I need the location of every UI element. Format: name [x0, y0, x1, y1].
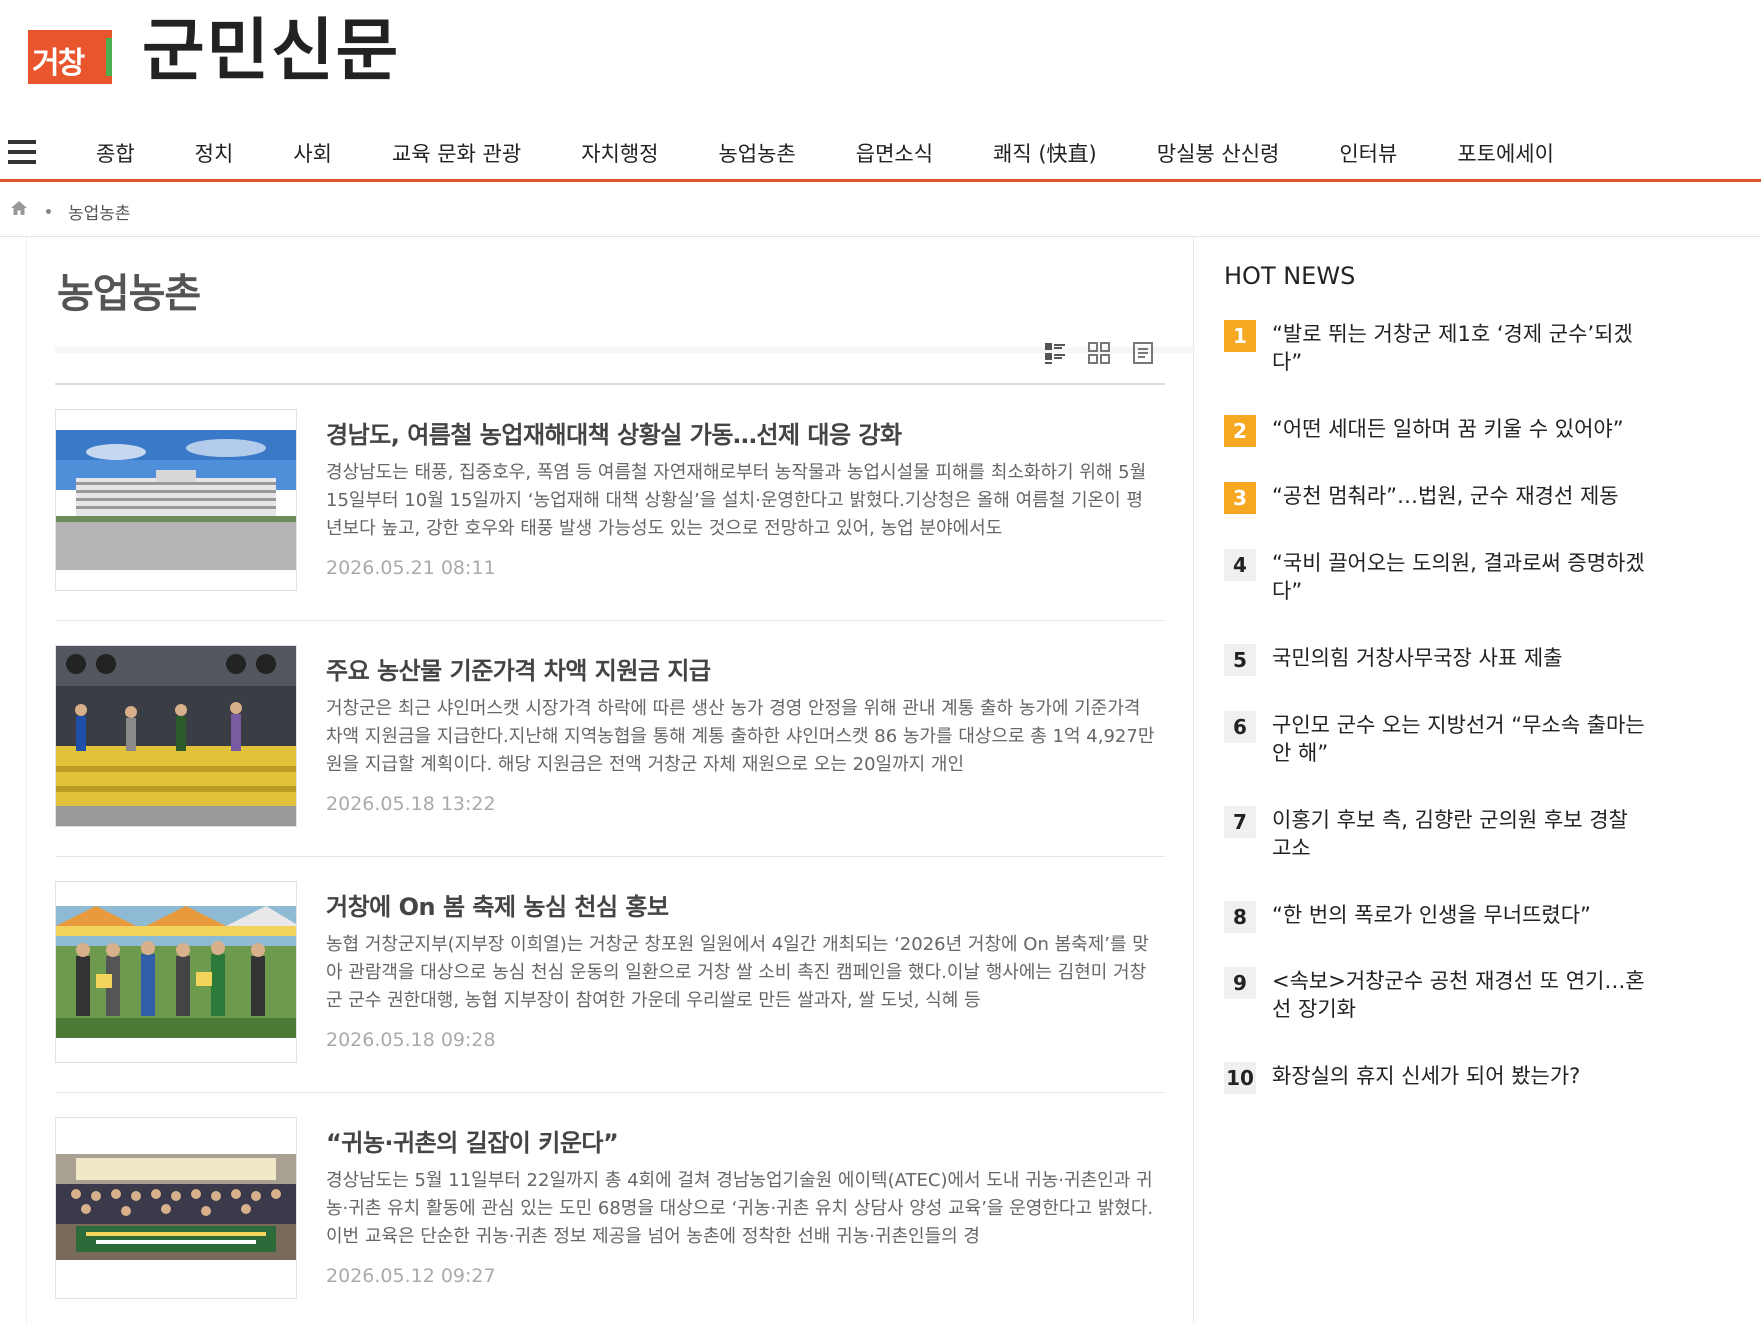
nav-item-interview[interactable]: 인터뷰 [1339, 138, 1397, 168]
main-navigation: 종합 정치 사회 교육 문화 관광 자치행정 농업농촌 읍면소식 쾌직 (快直)… [0, 124, 1761, 182]
article-thumbnail[interactable] [55, 645, 297, 827]
article-item: 주요 농산물 기준가격 차액 지원금 지급 거창군은 최근 샤인머스캣 시장가격… [55, 621, 1165, 857]
nav-item-mangsilbong[interactable]: 망실봉 산신령 [1157, 138, 1280, 168]
menu-icon[interactable] [8, 138, 36, 166]
breadcrumb: 농업농촌 [0, 185, 1761, 237]
article-thumbnail[interactable] [55, 881, 297, 1063]
nav-item-agriculture[interactable]: 농업농촌 [718, 138, 795, 168]
hot-news-headline[interactable]: “발로 뛰는 거창군 제1호 ‘경제 군수’되겠다” [1272, 320, 1652, 376]
nav-item-general[interactable]: 종합 [96, 138, 135, 168]
site-logo-name[interactable]: 군민신문 [142, 18, 400, 86]
home-icon[interactable] [10, 199, 28, 217]
nav-item-photo-essay[interactable]: 포토에세이 [1457, 138, 1554, 168]
hot-news-headline[interactable]: 구인모 군수 오는 지방선거 “무소속 출마는 안 해” [1272, 711, 1652, 767]
nav-item-town-news[interactable]: 읍면소식 [856, 138, 933, 168]
hot-news-headline[interactable]: “어떤 세대든 일하며 꿈 키울 수 있어야” [1272, 415, 1652, 443]
grid-view-icon[interactable] [1087, 341, 1111, 365]
hot-news-headline[interactable]: 이홍기 후보 측, 김향란 군의원 후보 경찰 고소 [1272, 806, 1652, 862]
hot-news-rank: 5 [1224, 644, 1256, 676]
article-summary[interactable]: 농협 거창군지부(지부장 이희열)는 거창군 창포원 일원에서 4일간 개최되는… [326, 931, 1156, 1015]
thumbnail-provincial-building-image [56, 430, 296, 570]
breadcrumb-current[interactable]: 농업농촌 [68, 199, 131, 224]
hot-news-rank: 7 [1224, 806, 1256, 838]
logo-badge-text: 거창 [32, 46, 85, 81]
hot-news-rank: 10 [1224, 1062, 1256, 1094]
article-date: 2026.05.18 13:22 [326, 793, 496, 815]
breadcrumb-separator [46, 209, 51, 214]
nav-item-administration[interactable]: 자치행정 [581, 138, 658, 168]
article-item: “귀농·귀촌의 길잡이 키운다” 경상남도는 5월 11일부터 22일까지 총 … [55, 1093, 1165, 1323]
article-item: 경남도, 여름철 농업재해대책 상황실 가동…선제 대응 강화 경상남도는 태풍… [55, 385, 1165, 621]
nav-menu: 종합 정치 사회 교육 문화 관광 자치행정 농업농촌 읍면소식 쾌직 (快直)… [96, 124, 1614, 182]
hot-news-rank: 1 [1224, 320, 1256, 352]
article-summary[interactable]: 거창군은 최근 샤인머스캣 시장가격 하락에 따른 생산 농가 경영 안정을 위… [326, 695, 1156, 779]
article-date: 2026.05.12 09:27 [326, 1265, 496, 1287]
nav-item-politics[interactable]: 정치 [195, 138, 234, 168]
hot-news-headline[interactable]: “공천 멈춰라”…법원, 군수 재경선 제동 [1272, 482, 1652, 510]
hot-news-title: HOT NEWS [1224, 262, 1356, 290]
article-title[interactable]: 거창에 On 봄 축제 농심 천심 홍보 [326, 887, 669, 922]
article-list-section: 농업농촌 경남도, 여름철 농업재해대책 상황실 가동…선제 대응 강화 경상남… [26, 237, 1195, 1323]
article-date: 2026.05.18 09:28 [326, 1029, 496, 1051]
thumbnail-festival-campaign-image [56, 906, 296, 1038]
thumbnail-education-group-photo [56, 1154, 296, 1260]
article-title[interactable]: 경남도, 여름철 농업재해대책 상황실 가동…선제 대응 강화 [326, 415, 902, 450]
hot-news-rank: 6 [1224, 711, 1256, 743]
site-header: 거창 군민신문 [0, 0, 1761, 110]
hot-news-headline[interactable]: <속보>거창군수 공천 재경선 또 연기…혼선 장기화 [1272, 967, 1652, 1023]
nav-item-society[interactable]: 사회 [293, 138, 332, 168]
hot-news-headline[interactable]: 화장실의 휴지 신세가 되어 봤는가? [1272, 1062, 1652, 1090]
text-view-icon[interactable] [1131, 341, 1155, 365]
article-title[interactable]: “귀농·귀촌의 길잡이 키운다” [326, 1123, 619, 1158]
article-summary[interactable]: 경상남도는 5월 11일부터 22일까지 총 4회에 걸쳐 경남농업기술원 에이… [326, 1167, 1156, 1251]
hot-news-rank: 8 [1224, 901, 1256, 933]
hot-news-headline[interactable]: “한 번의 폭로가 인생을 무너뜨렸다” [1272, 901, 1652, 929]
view-toolbar-bg [55, 347, 1195, 353]
list-view-icon[interactable] [1043, 341, 1067, 365]
article-summary[interactable]: 경상남도는 태풍, 집중호우, 폭염 등 여름철 자연재해로부터 농작물과 농업… [326, 459, 1156, 543]
logo-badge[interactable]: 거창 [28, 30, 112, 84]
thumbnail-grape-sorting-image [56, 646, 296, 826]
logo-badge-accent [106, 38, 112, 76]
hot-news-sidebar: HOT NEWS 1 “발로 뛰는 거창군 제1호 ‘경제 군수’되겠다” 2 … [1224, 262, 1744, 1094]
nav-item-column[interactable]: 쾌직 (快直) [993, 138, 1097, 168]
article-item: 거창에 On 봄 축제 농심 천심 홍보 농협 거창군지부(지부장 이희열)는 … [55, 857, 1165, 1093]
section-title: 농업농촌 [57, 271, 201, 317]
view-mode-toggle [1043, 341, 1155, 365]
hot-news-headline[interactable]: “국비 끌어오는 도의원, 결과로써 증명하겠다” [1272, 549, 1652, 605]
hot-news-rank: 9 [1224, 967, 1256, 999]
hot-news-rank: 3 [1224, 482, 1256, 514]
article-title[interactable]: 주요 농산물 기준가격 차액 지원금 지급 [326, 651, 711, 686]
article-thumbnail[interactable] [55, 1117, 297, 1299]
nav-item-education-culture[interactable]: 교육 문화 관광 [392, 138, 521, 168]
hot-news-rank: 4 [1224, 549, 1256, 581]
article-thumbnail[interactable] [55, 409, 297, 591]
hot-news-rank: 2 [1224, 415, 1256, 447]
article-date: 2026.05.21 08:11 [326, 557, 496, 579]
hot-news-headline[interactable]: 국민의힘 거창사무국장 사표 제출 [1272, 644, 1652, 672]
